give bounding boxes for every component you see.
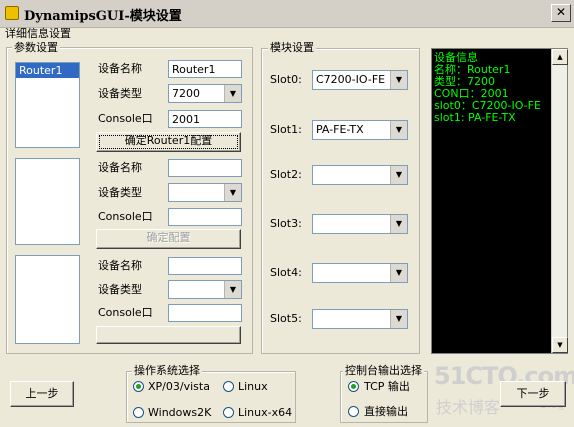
chevron-down-icon[interactable]: ▼ — [390, 166, 407, 184]
device-listbox-1[interactable]: Router1 — [15, 62, 80, 148]
device-type-select-2[interactable]: ▼ — [168, 183, 242, 202]
device-listbox-2[interactable] — [15, 158, 80, 245]
scroll-down-icon[interactable]: ▼ — [552, 337, 568, 353]
confirm-config-button-3[interactable] — [96, 326, 241, 344]
console-label-3: Console口 — [98, 306, 153, 319]
os-option-linux[interactable]: Linux — [238, 380, 268, 393]
os-group-title: 操作系统选择 — [132, 364, 202, 377]
slot0-value: C7200-IO-FE — [316, 73, 386, 86]
console-radio-tcp[interactable] — [348, 381, 359, 392]
chevron-down-icon[interactable]: ▼ — [390, 310, 407, 328]
os-radio-linux64[interactable] — [223, 407, 234, 418]
radio-selected-dot — [136, 384, 141, 389]
params-group-title: 参数设置 — [12, 41, 60, 54]
device-name-label-2: 设备名称 — [98, 161, 142, 174]
device-type-value-1: 7200 — [172, 87, 200, 100]
console-option-direct[interactable]: 直接输出 — [364, 405, 408, 418]
title-bar: DynamipsGUI-模块设置 ✕ — [0, 0, 574, 28]
info-scrollbar[interactable]: ▲ ▼ — [551, 49, 568, 353]
close-button[interactable]: ✕ — [551, 4, 571, 22]
watermark-blog-cn: 技术博客 — [436, 398, 501, 417]
slot2-label: Slot2: — [270, 168, 302, 181]
os-radio-win2k[interactable] — [133, 407, 144, 418]
console-label-1: Console口 — [98, 112, 153, 125]
console-port-input-3[interactable] — [168, 304, 242, 322]
device-type-select-1[interactable]: 7200 ▼ — [168, 84, 242, 103]
os-option-linux64[interactable]: Linux-x64 — [238, 406, 292, 419]
slot3-label: Slot3: — [270, 217, 302, 230]
chevron-down-icon[interactable]: ▼ — [390, 264, 407, 282]
slot3-select[interactable]: ▼ — [312, 214, 408, 234]
prev-step-button[interactable]: 上一步 — [10, 381, 74, 407]
console-port-input-1[interactable]: 2001 — [168, 110, 242, 128]
modules-group-title: 模块设置 — [268, 41, 316, 54]
os-option-win2k[interactable]: Windows2K — [148, 406, 211, 419]
chevron-down-icon[interactable]: ▼ — [224, 85, 241, 102]
chevron-down-icon[interactable]: ▼ — [390, 121, 407, 139]
device-type-select-3[interactable]: ▼ — [168, 280, 242, 299]
detail-section-label: 详细信息设置 — [5, 27, 71, 40]
list-item-router1[interactable]: Router1 — [16, 63, 79, 78]
slot1-label: Slot1: — [270, 123, 302, 136]
device-type-label-3: 设备类型 — [98, 283, 142, 296]
device-type-label-1: 设备类型 — [98, 87, 142, 100]
console-option-tcp[interactable]: TCP 输出 — [364, 380, 410, 393]
console-label-2: Console口 — [98, 210, 153, 223]
slot5-label: Slot5: — [270, 312, 302, 325]
slot1-select[interactable]: PA-FE-TX ▼ — [312, 120, 408, 140]
slot1-value: PA-FE-TX — [316, 123, 364, 136]
device-listbox-3[interactable] — [15, 255, 80, 344]
os-radio-linux[interactable] — [223, 381, 234, 392]
console-port-input-2[interactable] — [168, 208, 242, 226]
chevron-down-icon[interactable]: ▼ — [390, 71, 407, 89]
info-line: slot1: PA-FE-TX — [434, 111, 516, 124]
device-name-input-3[interactable] — [168, 257, 242, 275]
slot5-select[interactable]: ▼ — [312, 309, 408, 329]
next-step-button[interactable]: 下一步 — [500, 381, 566, 407]
window-title: DynamipsGUI-模块设置 — [24, 9, 182, 24]
slot4-select[interactable]: ▼ — [312, 263, 408, 283]
slot0-select[interactable]: C7200-IO-FE ▼ — [312, 70, 408, 90]
console-radio-direct[interactable] — [348, 406, 359, 417]
device-type-label-2: 设备类型 — [98, 186, 142, 199]
confirm-config-button-2[interactable]: 确定配置 — [96, 229, 241, 249]
console-output-group-title: 控制台输出选择 — [343, 364, 424, 377]
slot4-label: Slot4: — [270, 266, 302, 279]
scroll-up-icon[interactable]: ▲ — [552, 49, 568, 65]
device-info-panel: 设备信息 名称：Router1 类型：7200 CON口：2001 slot0：… — [431, 48, 568, 354]
radio-selected-dot — [351, 384, 356, 389]
device-name-label-3: 设备名称 — [98, 259, 142, 272]
slot2-select[interactable]: ▼ — [312, 165, 408, 185]
slot0-label: Slot0: — [270, 73, 302, 86]
device-name-label-1: 设备名称 — [98, 62, 142, 75]
chevron-down-icon[interactable]: ▼ — [224, 281, 241, 298]
confirm-router1-button[interactable]: 确定Router1配置 — [96, 132, 241, 152]
device-name-input-2[interactable] — [168, 159, 242, 177]
device-name-input-1[interactable]: Router1 — [168, 60, 242, 78]
chevron-down-icon[interactable]: ▼ — [390, 215, 407, 233]
os-radio-xp[interactable] — [133, 381, 144, 392]
os-option-xp[interactable]: XP/03/vista — [148, 380, 210, 393]
chevron-down-icon[interactable]: ▼ — [224, 184, 241, 201]
app-icon — [5, 6, 19, 20]
